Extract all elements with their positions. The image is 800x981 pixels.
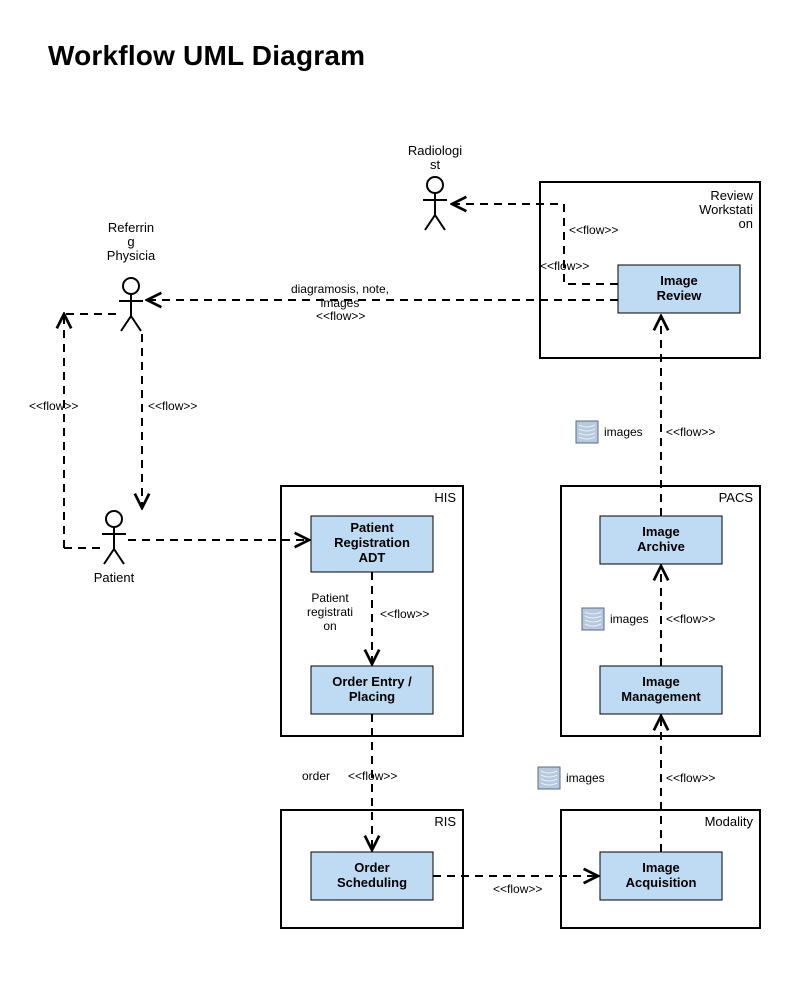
svg-text:ReviewWorkstation: ReviewWorkstation: [699, 188, 754, 231]
svg-text:<<flow>>: <<flow>>: [569, 223, 618, 237]
svg-text:ImageArchive: ImageArchive: [637, 524, 685, 554]
svg-text:<<flow>>: <<flow>>: [540, 259, 589, 273]
svg-text:Patientregistration: Patientregistration: [307, 591, 353, 633]
node-order-entry: Order Entry /Placing: [311, 666, 433, 714]
svg-text:<<flow>>: <<flow>>: [666, 612, 715, 626]
node-image-archive: ImageArchive: [600, 516, 722, 564]
actor-radiologist: Radiologist: [408, 143, 462, 230]
svg-text:<<flow>>: <<flow>>: [666, 425, 715, 439]
node-patient-registration: PatientRegistrationADT: [311, 516, 433, 572]
diagram-canvas: Radiologist ReferringPhysicia Patient Re…: [0, 0, 800, 981]
actor-radiologist-label-1: Radiologi: [408, 143, 462, 158]
xray-icon-1: [538, 767, 560, 789]
svg-text:Modality: Modality: [705, 814, 754, 829]
svg-text:<<flow>>: <<flow>>: [348, 769, 397, 783]
svg-text:Radiologist: Radiologist: [408, 143, 462, 172]
svg-text:<<flow>>: <<flow>>: [148, 399, 197, 413]
svg-text:HIS: HIS: [434, 490, 456, 505]
svg-text:RIS: RIS: [434, 814, 456, 829]
svg-text:<<flow>>: <<flow>>: [666, 771, 715, 785]
svg-text:<<flow>>: <<flow>>: [380, 607, 429, 621]
xray-icon-3: [576, 421, 598, 443]
svg-text:ImageReview: ImageReview: [657, 273, 703, 303]
xray-icon-2: [582, 608, 604, 630]
page: Workflow UML Diagram Radiologist: [0, 0, 800, 981]
svg-text:order: order: [302, 769, 330, 783]
svg-text:images: images: [610, 612, 649, 626]
node-order-scheduling: OrderScheduling: [311, 852, 433, 900]
svg-text:images: images: [604, 425, 643, 439]
svg-text:Patient: Patient: [94, 570, 135, 585]
node-image-management: ImageManagement: [600, 666, 722, 714]
svg-text:<<flow>>: <<flow>>: [316, 309, 365, 323]
svg-text:images: images: [566, 771, 605, 785]
svg-text:<<flow>>: <<flow>>: [29, 399, 78, 413]
svg-text:PACS: PACS: [719, 490, 754, 505]
node-image-acquisition: ImageAcquisition: [600, 852, 722, 900]
svg-text:ReferringPhysicia: ReferringPhysicia: [107, 220, 156, 263]
diagram-title: Workflow UML Diagram: [48, 40, 365, 72]
node-image-review: ImageReview: [618, 265, 740, 313]
actor-radiologist-label-2: st: [430, 157, 441, 172]
svg-text:diagramosis, note,images: diagramosis, note,images: [291, 282, 389, 310]
svg-text:<<flow>>: <<flow>>: [493, 882, 542, 896]
